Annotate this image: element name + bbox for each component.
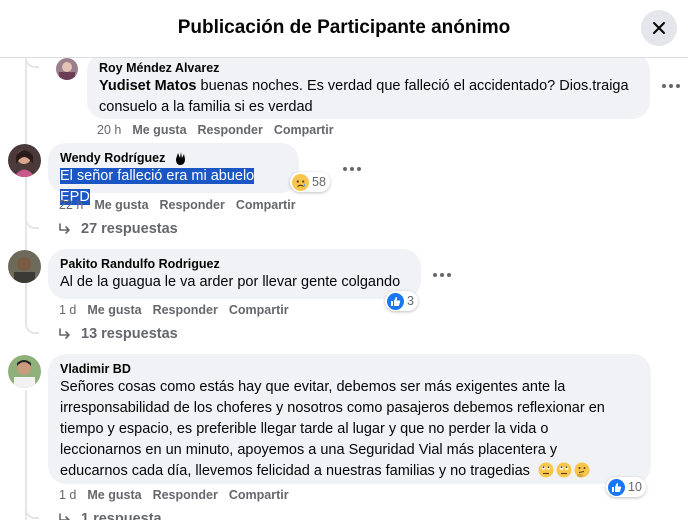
share-button[interactable]: Compartir [274, 123, 334, 137]
like-button[interactable]: Me gusta [87, 303, 141, 317]
top-fan-badge-icon [176, 152, 186, 165]
comment-text-line: tiempo y espacio, es preferible llegar t… [60, 421, 549, 437]
comment-bubble: Pakito Randulfo Rodriguez Al de la guagu… [48, 249, 421, 299]
comment-author[interactable]: Pakito Randulfo Rodriguez [60, 256, 409, 272]
reply-arrow-icon [59, 513, 70, 520]
reply-button[interactable]: Responder [198, 123, 263, 137]
reaction-count: 58 [312, 175, 326, 189]
like-reaction-icon [387, 292, 404, 310]
thread-line [25, 283, 27, 323]
comment-text: Señores cosas como estás hay que evitar,… [60, 377, 639, 485]
view-replies-link[interactable]: 27 respuestas [58, 221, 178, 237]
avatar[interactable] [8, 355, 41, 388]
reply-button[interactable]: Responder [153, 488, 218, 502]
more-options-button[interactable] [662, 81, 682, 91]
comment-actions: 1 d Me gusta Responder Compartir [59, 303, 289, 317]
comment-actions: 22 h Me gusta Responder Compartir [59, 198, 296, 212]
avatar[interactable] [8, 144, 41, 177]
sad-reaction-icon [292, 173, 309, 191]
thread-line [25, 178, 27, 218]
comment-text-part: educarnos cada día, llevemos felicidad a… [60, 463, 530, 479]
comment-time[interactable]: 22 h [59, 198, 83, 212]
comment-text-line: Señores cosas como estás hay que evitar,… [60, 379, 566, 395]
comment-text-line: leccionarnos en un minuto, apoyemos a un… [60, 442, 558, 458]
comment-time[interactable]: 1 d [59, 488, 76, 502]
reply-arrow-icon [59, 328, 70, 339]
thinking-emoji-icon [574, 462, 590, 485]
comment-text-part: buenas noches. Es verdad que falleció el… [196, 78, 629, 94]
close-icon [653, 22, 665, 34]
like-button[interactable]: Me gusta [94, 198, 148, 212]
more-options-button[interactable] [433, 270, 453, 280]
reply-button[interactable]: Responder [153, 303, 218, 317]
comment-bubble: Roy Méndez Alvarez Yudiset Matos buenas … [87, 53, 650, 119]
close-button[interactable] [641, 10, 677, 46]
comment-author[interactable]: Wendy Rodríguez [60, 150, 165, 166]
comment-text-line: educarnos cada día, llevemos felicidad a… [60, 461, 639, 485]
reply-button[interactable]: Responder [160, 198, 225, 212]
comment-text-line: irresponsabilidad de los choferes y noso… [60, 400, 605, 416]
more-options-button[interactable] [343, 164, 363, 174]
thread-connector [25, 215, 39, 229]
reaction-count: 3 [407, 294, 414, 308]
comment-author-row: Wendy Rodríguez [60, 150, 287, 166]
thread-connector [25, 320, 39, 334]
comment-bubble: Vladimir BD Señores cosas como estás hay… [48, 354, 651, 484]
thread-connector [25, 58, 39, 68]
like-button[interactable]: Me gusta [132, 123, 186, 137]
reaction-count: 10 [628, 480, 642, 494]
avatar[interactable] [8, 250, 41, 283]
view-replies-link[interactable]: 13 respuestas [58, 326, 178, 342]
mention-link[interactable]: Yudiset Matos [99, 78, 197, 94]
comment-actions: 20 h Me gusta Responder Compartir [97, 123, 334, 137]
like-button[interactable]: Me gusta [87, 488, 141, 502]
view-replies-link[interactable]: 1 respuesta [58, 511, 162, 520]
comment-author[interactable]: Roy Méndez Alvarez [99, 60, 638, 76]
dialog-title: Publicación de Participante anónimo [177, 17, 511, 38]
comment-bubble: Wendy Rodríguez El señor falleció era mi… [48, 143, 299, 205]
comment-text-part: consuelo a la familia si es verdad [99, 99, 313, 115]
replies-count: 13 respuestas [81, 326, 178, 342]
reaction-summary[interactable]: 3 [385, 291, 418, 311]
dialog-header: Publicación de Participante anónimo [0, 0, 688, 58]
share-button[interactable]: Compartir [236, 198, 296, 212]
thread-line [25, 390, 27, 520]
share-button[interactable]: Compartir [229, 488, 289, 502]
thread-connector [25, 505, 39, 519]
comment-actions: 1 d Me gusta Responder Compartir [59, 488, 289, 502]
comment-text: Yudiset Matos buenas noches. Es verdad q… [99, 76, 638, 118]
comment-text: Al de la guagua le va arder por llevar g… [60, 274, 401, 290]
comment-time[interactable]: 1 d [59, 303, 76, 317]
comment-time[interactable]: 20 h [97, 123, 121, 137]
replies-count: 1 respuesta [81, 511, 162, 520]
comment-author[interactable]: Vladimir BD [60, 361, 639, 377]
replies-count: 27 respuestas [81, 221, 178, 237]
avatar[interactable] [56, 58, 78, 80]
reaction-summary[interactable]: 10 [606, 477, 646, 497]
rolling-eyes-emoji-icon [556, 462, 572, 485]
share-button[interactable]: Compartir [229, 303, 289, 317]
reaction-summary[interactable]: 58 [290, 172, 330, 192]
reply-arrow-icon [59, 223, 70, 234]
like-reaction-icon [608, 478, 625, 496]
rolling-eyes-emoji-icon [538, 462, 554, 485]
